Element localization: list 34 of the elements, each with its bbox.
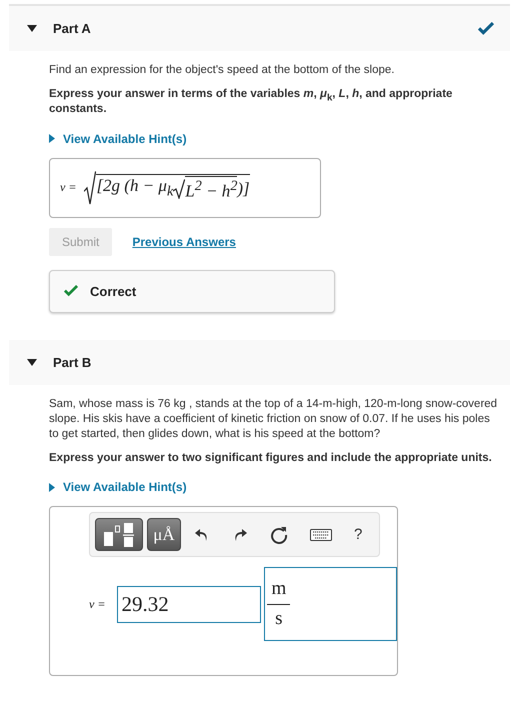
caret-icon[interactable] bbox=[27, 25, 37, 32]
unit-denominator: s bbox=[275, 607, 283, 630]
units-input-field[interactable]: m s bbox=[264, 567, 397, 641]
unit-numerator: m bbox=[267, 578, 290, 605]
part-title: Part A bbox=[53, 21, 92, 36]
keyboard-icon bbox=[310, 528, 332, 540]
expression-text: L$^{2}$ − h$^{2}$ bbox=[185, 178, 238, 202]
part-title: Part B bbox=[53, 354, 92, 370]
check-icon bbox=[478, 22, 494, 35]
part-header[interactable]: Part B bbox=[9, 340, 510, 384]
variable-label: v = bbox=[89, 596, 106, 612]
value-input-field[interactable]: 29.32 bbox=[117, 586, 262, 622]
instruction-text: Express your answer to two significant figures and include the appropriate units. bbox=[49, 450, 493, 466]
expression-text: [2g (h − μ$_{k}$ bbox=[96, 176, 174, 201]
question-text: Sam, whose mass is 76 kg , stands at the top of a 14-m-high, 120-m-long snow-covered slope. His skis have a coefficient of kinetic friction on snow of 0.07. If he uses his poles to get started, then glides down, what is his speed at the bottom? bbox=[49, 396, 498, 442]
triangle-icon bbox=[49, 482, 55, 492]
hint-link[interactable]: View Available Hint(s) bbox=[49, 480, 187, 494]
templates-icon bbox=[102, 522, 136, 548]
feedback-text: Correct bbox=[90, 284, 136, 298]
units-button[interactable]: μÅ bbox=[147, 518, 181, 551]
templates-button[interactable] bbox=[95, 518, 143, 551]
square-root-sign-icon bbox=[173, 178, 186, 198]
expression-text: )] bbox=[237, 178, 250, 198]
instruction-text: Express your answer in terms of the variables m, μ$_{k}$, L, h, and appropriate constants. bbox=[49, 87, 454, 117]
triangle-icon bbox=[49, 134, 55, 143]
previous-answers-link[interactable]: Previous Answers bbox=[132, 234, 236, 248]
caret-icon[interactable] bbox=[27, 358, 37, 366]
variable-label: v = bbox=[60, 180, 76, 195]
part-header[interactable]: Part A bbox=[9, 4, 510, 51]
check-icon bbox=[64, 285, 78, 297]
question-text: Find an expression for the object's speed at the bottom of the slope. bbox=[49, 63, 396, 78]
help-button[interactable]: ? bbox=[345, 518, 372, 551]
reset-icon bbox=[270, 526, 288, 544]
hint-link[interactable]: View Available Hint(s) bbox=[49, 132, 187, 146]
